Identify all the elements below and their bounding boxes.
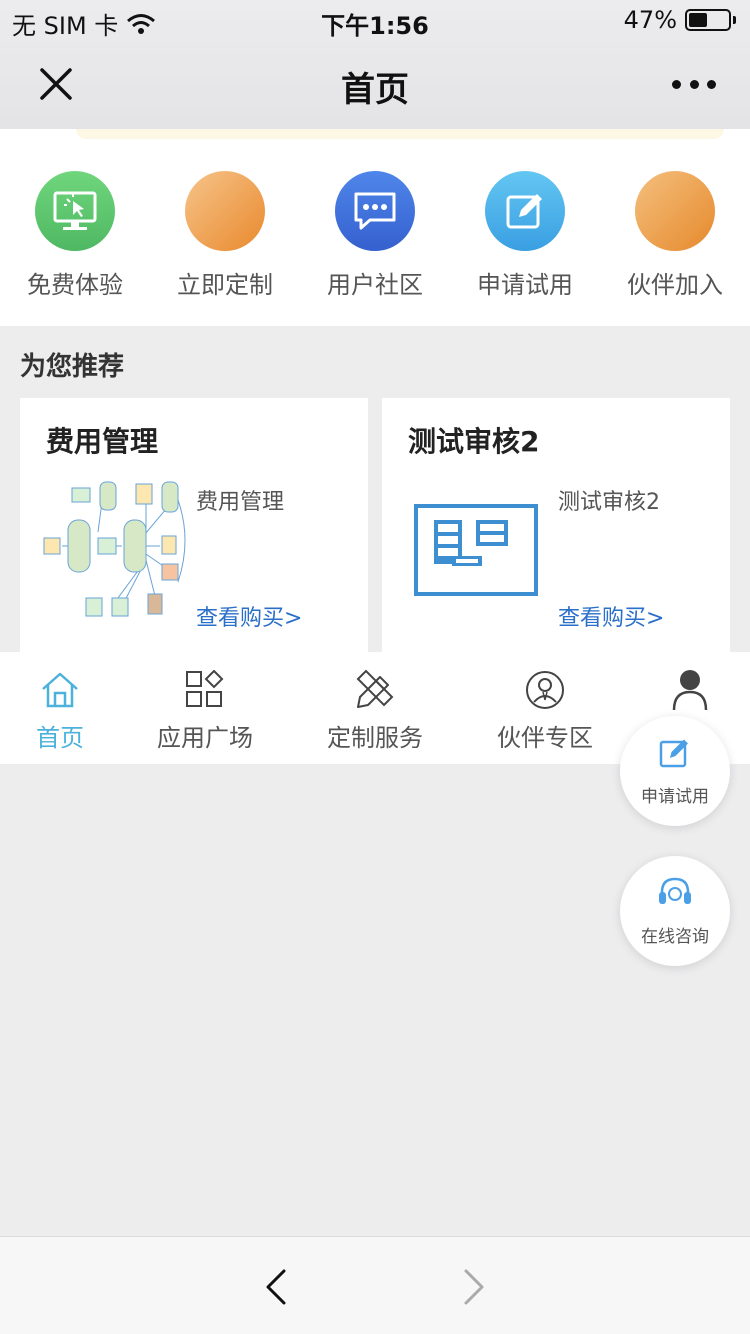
partner-icon bbox=[465, 670, 625, 710]
card-desc: 费用管理 bbox=[196, 490, 285, 515]
quick-item-label: 用户社区 bbox=[327, 271, 423, 299]
tab-partner-zone[interactable]: 伙伴专区 bbox=[465, 670, 625, 753]
battery: 47% bbox=[624, 6, 736, 34]
back-arrow-icon[interactable] bbox=[262, 1267, 290, 1307]
quick-item-partner-join[interactable]: 伙伴加入 bbox=[600, 171, 750, 300]
battery-percent: 47% bbox=[623, 6, 677, 34]
user-icon bbox=[610, 670, 750, 710]
fab-label: 在线咨询 bbox=[641, 927, 709, 947]
browser-toolbar bbox=[0, 1236, 750, 1334]
more-icon[interactable] bbox=[672, 70, 716, 98]
view-buy-link[interactable]: 查看购买> bbox=[558, 600, 664, 632]
tab-label: 应用广场 bbox=[157, 724, 253, 752]
quick-item-apply-trial[interactable]: 申请试用 bbox=[450, 171, 600, 300]
flowchart-thumbnail-icon bbox=[43, 481, 186, 617]
tab-profile[interactable] bbox=[610, 670, 750, 718]
quick-item-community[interactable]: 用户社区 bbox=[300, 171, 450, 300]
fab-label: 申请试用 bbox=[641, 787, 709, 807]
quick-item-customize[interactable]: 立即定制 bbox=[150, 171, 300, 300]
page-title: 首页 bbox=[341, 70, 409, 110]
floating-online-consult-button[interactable]: 在线咨询 bbox=[620, 856, 730, 966]
tab-app-plaza[interactable]: 应用广场 bbox=[125, 670, 285, 753]
quick-item-label: 立即定制 bbox=[177, 271, 273, 299]
nav-bar: 首页 bbox=[0, 40, 750, 129]
recommend-card-expense[interactable]: 费用管理 费用管理 查看购买> bbox=[20, 398, 368, 652]
edit-square-icon bbox=[620, 736, 730, 770]
edit-square-icon bbox=[485, 171, 565, 251]
quick-item-label: 申请试用 bbox=[477, 271, 573, 299]
tab-custom-service[interactable]: 定制服务 bbox=[295, 669, 455, 753]
notice-strip bbox=[76, 129, 724, 139]
status-bar: 无 SIM 卡 下午1:56 47% bbox=[0, 0, 750, 40]
headset-icon bbox=[620, 876, 730, 910]
form-layout-icon bbox=[414, 504, 538, 596]
quick-item-free-trial[interactable]: 免费体验 bbox=[0, 171, 150, 300]
card-title: 测试审核2 bbox=[408, 425, 540, 458]
monitor-click-icon bbox=[35, 171, 115, 251]
pencil-ruler-icon bbox=[295, 669, 455, 710]
tab-label: 伙伴专区 bbox=[497, 724, 593, 752]
view-buy-link[interactable]: 查看购买> bbox=[196, 600, 302, 632]
tab-label: 定制服务 bbox=[327, 724, 423, 752]
orange-circle-icon bbox=[185, 171, 265, 251]
orange-circle-icon bbox=[635, 171, 715, 251]
home-icon bbox=[0, 670, 140, 710]
tab-label: 首页 bbox=[36, 724, 84, 752]
quick-item-label: 伙伴加入 bbox=[627, 271, 723, 299]
quick-item-label: 免费体验 bbox=[27, 271, 123, 299]
chat-bubble-icon bbox=[335, 171, 415, 251]
forward-arrow-icon[interactable] bbox=[460, 1267, 488, 1307]
card-desc: 测试审核2 bbox=[558, 490, 660, 515]
recommend-card-test-review[interactable]: 测试审核2 测试审核2 查看购买> bbox=[382, 398, 730, 652]
card-title: 费用管理 bbox=[46, 425, 159, 458]
apps-grid-icon bbox=[125, 670, 285, 710]
tab-home[interactable]: 首页 bbox=[0, 670, 140, 753]
top-bar: 无 SIM 卡 下午1:56 47% 首页 bbox=[0, 0, 750, 129]
quick-access: 免费体验 立即定制 用户社区 申请试用 伙伴加入 bbox=[0, 129, 750, 326]
battery-icon bbox=[685, 9, 731, 31]
floating-apply-trial-button[interactable]: 申请试用 bbox=[620, 716, 730, 826]
section-title: 为您推荐 bbox=[20, 352, 125, 382]
